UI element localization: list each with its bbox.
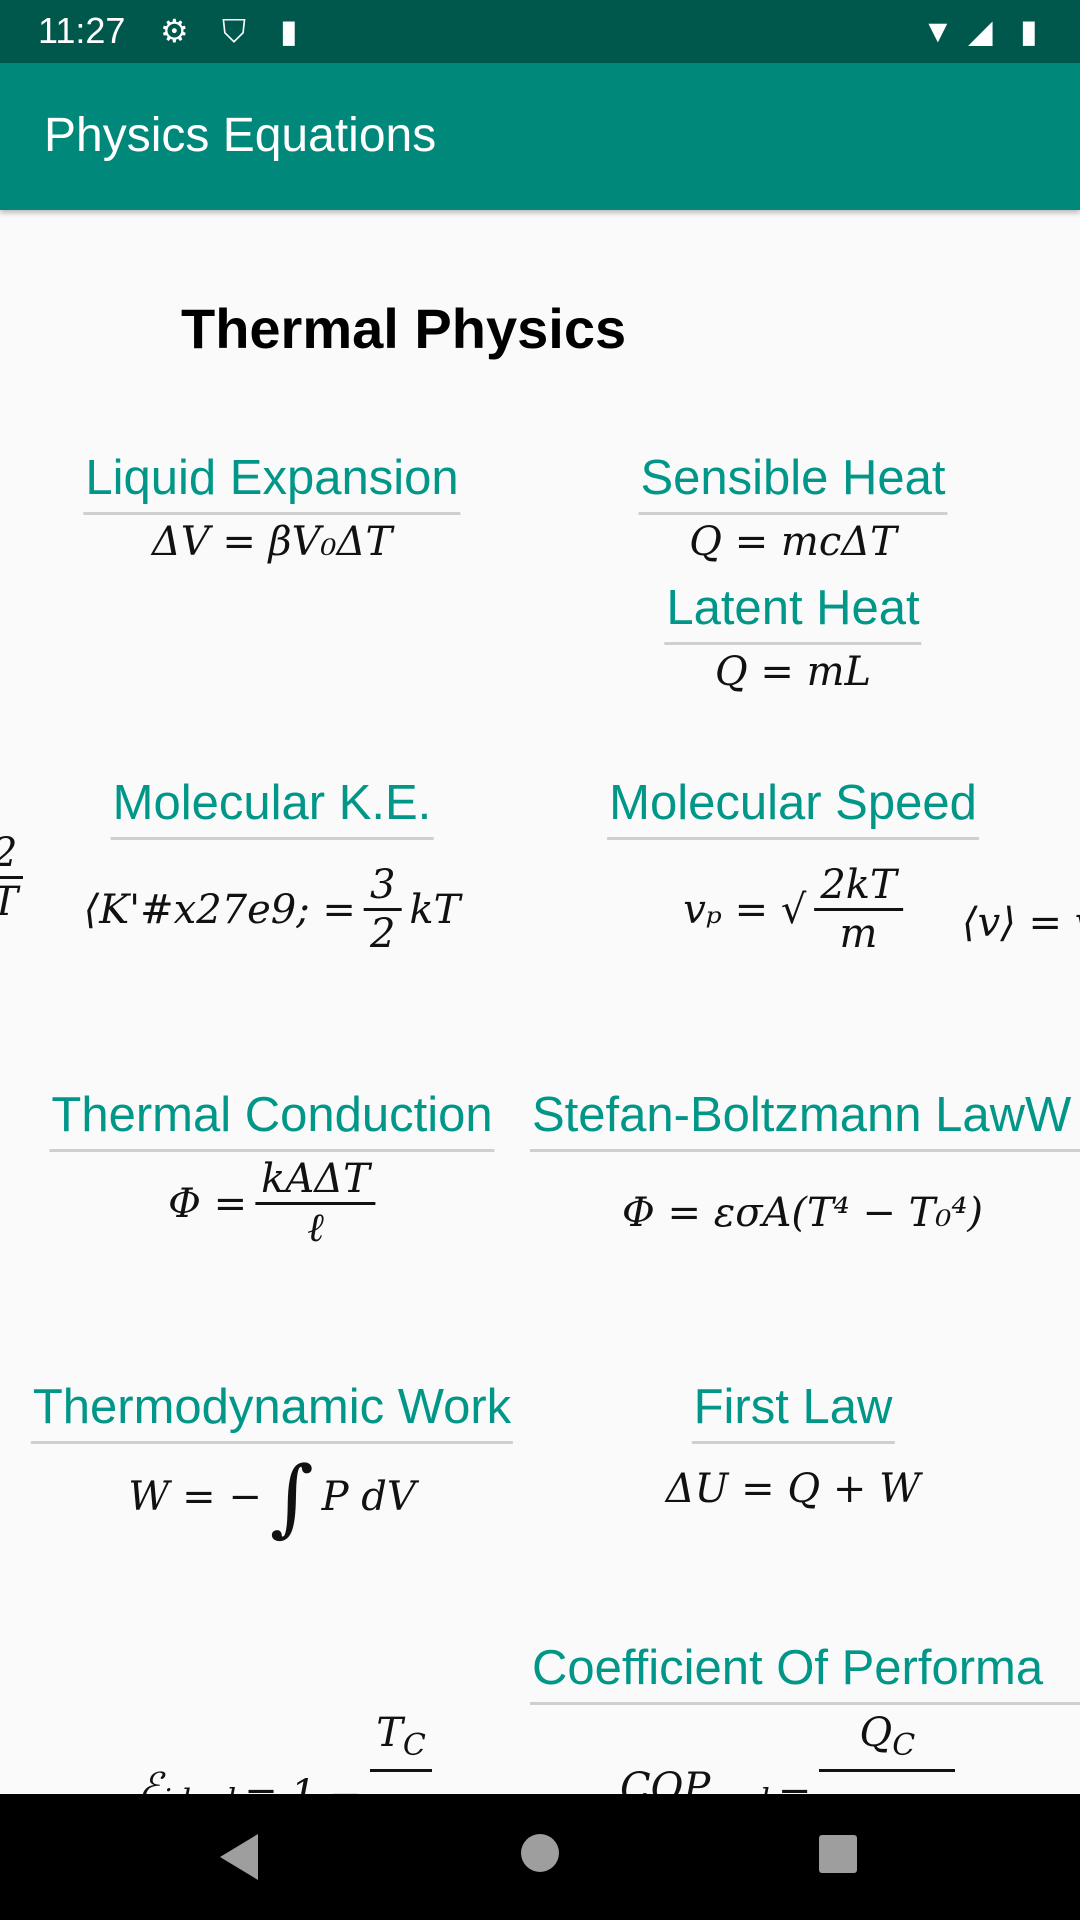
- wifi-icon: ▼: [922, 13, 954, 49]
- cop-equation: COPreal = QC: [620, 1710, 956, 1794]
- navigation-bar: [0, 1794, 1080, 1920]
- mean-speed-equation: ⟨v⟩ = v: [962, 900, 1080, 946]
- status-bar: 11:27 ⚙ ⛉ ▮ ▼ ◢ ▮: [0, 0, 1080, 63]
- card-title: Coefficient Of Performa: [530, 1640, 1080, 1705]
- card-stefan-boltzmann[interactable]: Stefan-Boltzmann LawW Φ = εσA(T⁴ − T₀⁴): [530, 1087, 1080, 1236]
- sd-card-icon: ▮: [280, 13, 298, 49]
- card-molecular-ke[interactable]: Molecular K.E. ⟨K'#x27e9; = 32 kT: [84, 775, 461, 957]
- card-title: Molecular K.E.: [110, 775, 434, 840]
- partial-equation: 2T: [0, 830, 24, 925]
- card-title: Thermal Conduction: [49, 1087, 495, 1152]
- card-liquid-expansion[interactable]: Liquid Expansion ΔV = βV₀ΔT: [83, 450, 461, 565]
- equation: Φ = kAΔT ℓ: [49, 1156, 494, 1251]
- card-title: First Law: [691, 1379, 895, 1444]
- card-latent-heat[interactable]: Latent Heat Q = mL: [664, 580, 922, 695]
- battery-icon: ▮: [1020, 13, 1038, 49]
- clock: 11:27: [38, 10, 126, 51]
- card-coefficient-of-performance[interactable]: Coefficient Of Performa: [530, 1640, 1080, 1705]
- equation: ΔU = Q + W: [665, 1466, 921, 1512]
- card-title: Sensible Heat: [638, 450, 948, 515]
- signal-icon: ◢: [968, 13, 993, 49]
- gear-icon: ⚙: [160, 13, 189, 49]
- equation: vₚ = √ 2kT m: [607, 862, 979, 957]
- app-title: Physics Equations: [44, 109, 437, 162]
- card-title: Molecular Speed: [607, 775, 979, 840]
- card-thermal-conduction[interactable]: Thermal Conduction Φ = kAΔT ℓ: [49, 1087, 495, 1251]
- equation: W = − ∫ P dV: [128, 1448, 416, 1546]
- app-bar: Physics Equations: [0, 63, 1080, 210]
- shield-icon: ⛉: [222, 13, 247, 49]
- equation: ⟨K'#x27e9; = 32 kT: [83, 862, 461, 957]
- equation: Q = mL: [714, 649, 872, 695]
- integral-sign: ∫: [269, 1448, 314, 1546]
- equation: ΔV = βV₀ΔT: [151, 519, 393, 565]
- equation: Φ = εσA(T⁴ − T₀⁴): [622, 1190, 984, 1236]
- card-title: Latent Heat: [664, 580, 922, 645]
- card-title: Liquid Expansion: [83, 450, 461, 515]
- back-button[interactable]: [218, 1832, 262, 1882]
- card-first-law[interactable]: First Law ΔU = Q + W: [666, 1379, 920, 1512]
- card-sensible-heat[interactable]: Sensible Heat Q = mcΔT: [638, 450, 948, 565]
- equation: Q = mcΔT: [689, 519, 897, 565]
- home-button[interactable]: [520, 1833, 560, 1873]
- card-title: Stefan-Boltzmann LawW: [530, 1087, 1080, 1152]
- card-thermodynamic-work[interactable]: Thermodynamic Work W = − ∫ P dV: [30, 1379, 514, 1546]
- recents-button[interactable]: [818, 1834, 858, 1874]
- section-heading: Thermal Physics: [181, 297, 627, 360]
- card-molecular-speed[interactable]: Molecular Speed vₚ = √ 2kT m: [607, 775, 979, 957]
- equations-content[interactable]: Thermal Physics Liquid Expansion ΔV = βV…: [0, 210, 1080, 1794]
- card-title: Thermodynamic Work: [30, 1379, 514, 1444]
- efficiency-equation: ℰideal = 1 − TC: [138, 1710, 432, 1794]
